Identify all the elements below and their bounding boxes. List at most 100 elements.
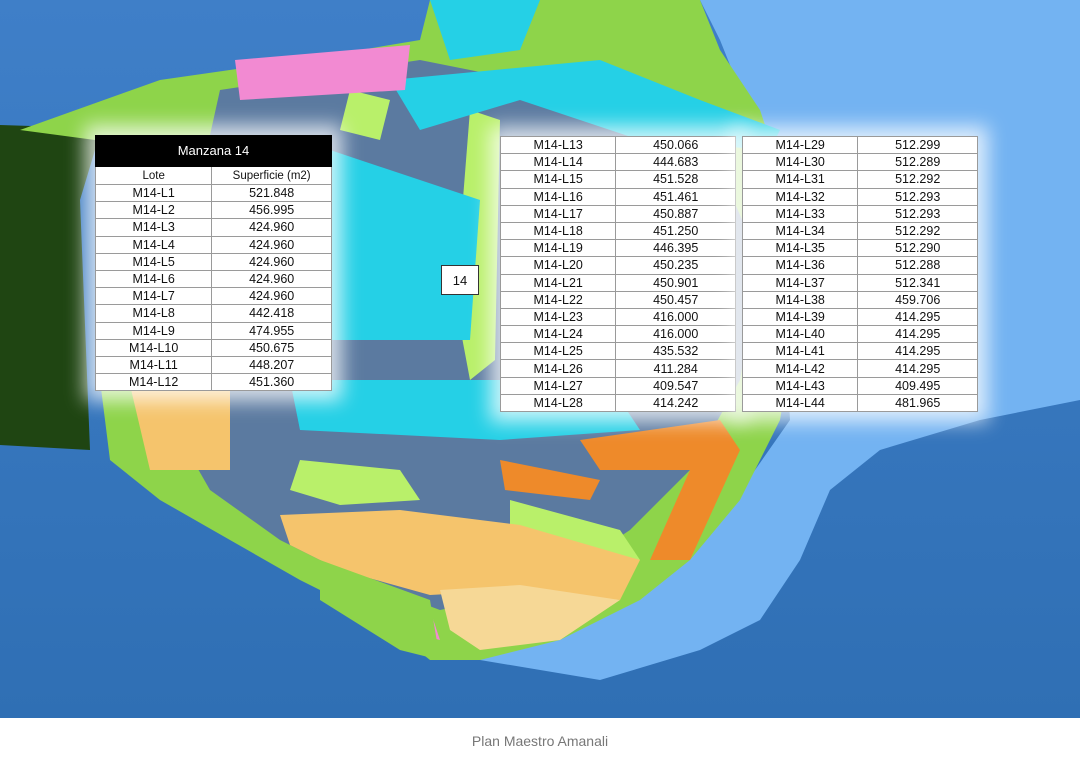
- table-row: M14-L33 512.293: [741, 204, 978, 223]
- table-row: M14-L13 450.066: [499, 135, 736, 155]
- table-row: M14-L12 451.360: [94, 373, 332, 392]
- table-row: M14-L35 512.290: [741, 239, 978, 258]
- lot-area-cell: 448.207: [211, 355, 332, 375]
- table-row: M14-L17 450.887: [499, 204, 736, 223]
- lot-area-cell: 512.293: [857, 204, 978, 223]
- lot-id-cell: M14-L11: [94, 355, 213, 375]
- lot-area-cell: 442.418: [211, 304, 332, 323]
- table-row: M14-L8 442.418: [94, 304, 332, 323]
- lot-id-cell: M14-L27: [499, 376, 617, 395]
- lot-area-cell: 450.887: [615, 204, 736, 223]
- table-row: M14-L19 446.395: [499, 239, 736, 258]
- lot-id-cell: M14-L39: [741, 307, 859, 327]
- lot-table-part-1: Manzana 14 Lote Superficie (m2) M14-L1 52…: [94, 135, 332, 392]
- lot-table-part-2: M14-L13 450.066 M14-L14 444.683 M14-L15 451.5…: [499, 135, 736, 413]
- table-row: M14-L16 451.461: [499, 187, 736, 206]
- lot-area-cell: 414.295: [857, 359, 978, 378]
- lot-id-cell: M14-L40: [741, 325, 859, 344]
- lot-id-cell: M14-L35: [741, 239, 859, 258]
- lot-area-cell: 424.960: [211, 252, 332, 271]
- lot-id-cell: M14-L13: [499, 135, 617, 155]
- lot-area-cell: 414.295: [857, 325, 978, 344]
- lot-id-cell: M14-L29: [741, 135, 859, 155]
- lot-id-cell: M14-L34: [741, 221, 859, 241]
- lot-id-cell: M14-L20: [499, 256, 617, 275]
- lot-id-cell: M14-L10: [94, 338, 213, 357]
- table-row: M14-L32 512.293: [741, 187, 978, 206]
- table-row: M14-L25 435.532: [499, 342, 736, 361]
- column-header-area: Superficie (m2): [211, 166, 332, 185]
- table-row: M14-L39 414.295: [741, 307, 978, 327]
- table-row: M14-L41 414.295: [741, 342, 978, 361]
- lot-id-cell: M14-L24: [499, 325, 617, 344]
- lot-id-cell: M14-L28: [499, 393, 617, 413]
- lot-area-cell: 512.289: [857, 153, 978, 172]
- table-body: M14-L13 450.066 M14-L14 444.683 M14-L15 451.5…: [499, 135, 736, 413]
- lot-area-cell: 424.960: [211, 269, 332, 289]
- table-row: M14-L36 512.288: [741, 256, 978, 275]
- table-row: M14-L3 424.960: [94, 218, 332, 237]
- table-row: M14-L11 448.207: [94, 355, 332, 375]
- table-row: M14-L22 450.457: [499, 290, 736, 309]
- lot-area-cell: 451.250: [615, 221, 736, 241]
- lot-area-cell: 446.395: [615, 239, 736, 258]
- lot-area-cell: 481.965: [857, 393, 978, 413]
- lot-id-cell: M14-L12: [94, 373, 213, 392]
- lot-area-cell: 450.066: [615, 135, 736, 155]
- table-row: M14-L18 451.250: [499, 221, 736, 241]
- table-row: M14-L24 416.000: [499, 325, 736, 344]
- lot-area-cell: 512.292: [857, 221, 978, 241]
- lot-area-cell: 521.848: [211, 183, 332, 203]
- lot-area-cell: 450.235: [615, 256, 736, 275]
- table-row: M14-L31 512.292: [741, 170, 978, 189]
- lot-id-cell: M14-L16: [499, 187, 617, 206]
- lot-area-cell: 512.290: [857, 239, 978, 258]
- table-row: M14-L34 512.292: [741, 221, 978, 241]
- lot-id-cell: M14-L43: [741, 376, 859, 395]
- lot-id-cell: M14-L37: [741, 273, 859, 292]
- lot-id-cell: M14-L38: [741, 290, 859, 309]
- table-body: M14-L29 512.299 M14-L30 512.289 M14-L31 512.2…: [741, 135, 978, 413]
- image-caption: Plan Maestro Amanali: [471, 733, 609, 749]
- lot-area-cell: 512.293: [857, 187, 978, 206]
- lot-area-cell: 424.960: [211, 218, 332, 237]
- lot-area-cell: 512.341: [857, 273, 978, 292]
- table-row: M14-L44 481.965: [741, 393, 978, 413]
- lot-area-cell: 450.457: [615, 290, 736, 309]
- lot-area-cell: 450.901: [615, 273, 736, 292]
- table-row: M14-L1 521.848: [94, 183, 332, 203]
- lot-area-cell: 414.295: [857, 342, 978, 361]
- table-row: M14-L30 512.289: [741, 153, 978, 172]
- lot-area-cell: 451.461: [615, 187, 736, 206]
- lot-area-cell: 414.242: [615, 393, 736, 413]
- lot-id-cell: M14-L21: [499, 273, 617, 292]
- table-row: M14-L40 414.295: [741, 325, 978, 344]
- table-row: M14-L2 456.995: [94, 201, 332, 220]
- table-row: M14-L20 450.235: [499, 256, 736, 275]
- lot-id-cell: M14-L26: [499, 359, 617, 378]
- table-body: M14-L1 521.848 M14-L2 456.995 M14-L3 424.960 M…: [94, 183, 332, 392]
- table-row: M14-L43 409.495: [741, 376, 978, 395]
- lot-id-cell: M14-L3: [94, 218, 213, 237]
- lot-id-cell: M14-L22: [499, 290, 617, 309]
- table-row: M14-L10 450.675: [94, 338, 332, 357]
- lot-id-cell: M14-L42: [741, 359, 859, 378]
- lot-id-cell: M14-L6: [94, 269, 213, 289]
- table-row: M14-L21 450.901: [499, 273, 736, 292]
- lot-area-cell: 512.299: [857, 135, 978, 155]
- lot-table-part-3: M14-L29 512.299 M14-L30 512.289 M14-L31 512.2…: [741, 135, 978, 413]
- table-row: M14-L37 512.341: [741, 273, 978, 292]
- table-row: M14-L7 424.960: [94, 287, 332, 306]
- lot-id-cell: M14-L7: [94, 287, 213, 306]
- lot-id-cell: M14-L25: [499, 342, 617, 361]
- table-row: M14-L6 424.960: [94, 269, 332, 289]
- lot-id-cell: M14-L4: [94, 235, 213, 254]
- lot-area-cell: 512.288: [857, 256, 978, 275]
- lot-id-cell: M14-L33: [741, 204, 859, 223]
- table-row: M14-L38 459.706: [741, 290, 978, 309]
- table-row: M14-L23 416.000: [499, 307, 736, 327]
- lot-id-cell: M14-L8: [94, 304, 213, 323]
- lot-area-cell: 451.528: [615, 170, 736, 189]
- lot-id-cell: M14-L17: [499, 204, 617, 223]
- lot-id-cell: M14-L15: [499, 170, 617, 189]
